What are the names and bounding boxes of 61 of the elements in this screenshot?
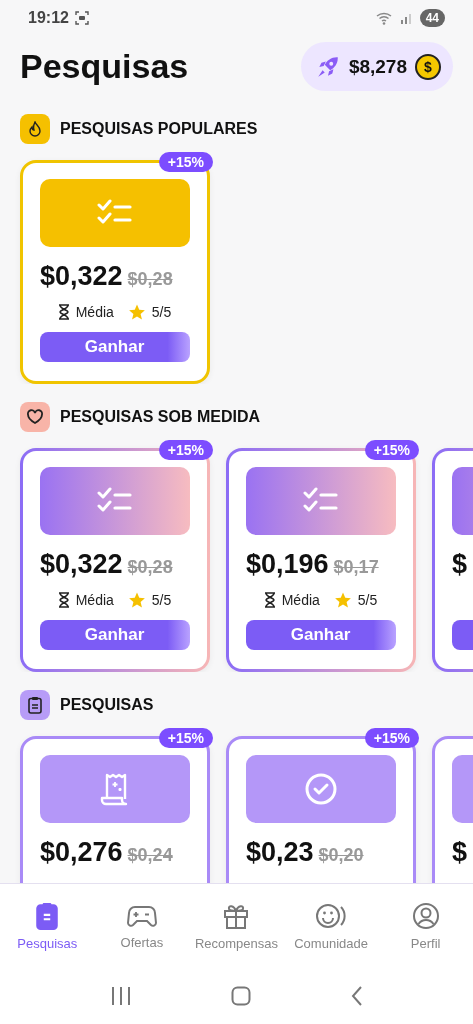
original-price: $0,28 [127, 269, 173, 290]
section-title: PESQUISAS SOB MEDIDA [60, 408, 261, 426]
original-price: $0,28 [127, 557, 173, 578]
bonus-badge: +15% [364, 728, 419, 748]
clipboard-icon [28, 696, 42, 714]
wifi-icon [375, 11, 394, 25]
nav-tab[interactable]: Perfil [379, 901, 472, 951]
check-circle-icon [303, 772, 338, 806]
battery-level: 44 [419, 9, 445, 27]
status-time: 19:12 [28, 9, 69, 27]
recent-apps-icon[interactable] [109, 986, 132, 1006]
survey-rating: 5/5 [357, 592, 378, 608]
earn-button[interactable]: Ganhar [39, 332, 190, 362]
nav-tab[interactable]: Ofertas [95, 902, 188, 950]
nav-tab[interactable]: Recompensas [190, 901, 283, 951]
bonus-badge: +15% [158, 152, 213, 172]
original-price: $0,24 [127, 845, 173, 866]
profile-icon [411, 901, 440, 930]
heart-icon [26, 409, 44, 425]
survey-price: $0,23 [246, 837, 314, 868]
survey-duration: Média [75, 592, 114, 608]
balance-amount: $8,278 [348, 55, 407, 78]
earn-button[interactable]: Ganhar [245, 620, 396, 650]
survey-duration: Média [281, 592, 320, 608]
bonus-badge: +15% [158, 440, 213, 460]
survey-rating: 5/5 [151, 304, 172, 320]
survey-card[interactable]: $ [432, 736, 473, 883]
star-icon [127, 591, 146, 609]
hourglass-icon [57, 592, 70, 608]
survey-price: $0,196 [246, 549, 329, 580]
survey-rating: 5/5 [151, 592, 172, 608]
flame-icon [27, 121, 43, 137]
survey-price: $ [452, 837, 468, 868]
signal-icon [399, 12, 414, 24]
survey-card[interactable]: $ [432, 448, 473, 672]
bonus-badge: +15% [364, 440, 419, 460]
original-price: $0,17 [333, 557, 379, 578]
nav-tab[interactable]: Comunidade [285, 901, 378, 951]
star-icon [333, 591, 352, 609]
coin-icon: $ [415, 53, 441, 80]
hourglass-icon [57, 304, 70, 320]
home-icon[interactable] [230, 986, 251, 1006]
survey-price: $0,322 [40, 549, 123, 580]
clipboard-icon [34, 901, 61, 930]
survey-price: $0,276 [40, 837, 123, 868]
balance-pill[interactable]: $8,278 $ [300, 42, 453, 91]
bonus-badge: +15% [158, 728, 213, 748]
back-icon[interactable] [349, 985, 364, 1007]
nav-tab[interactable]: Pesquisas [1, 901, 94, 951]
page-title: Pesquisas [20, 47, 189, 86]
smiley-icon [315, 901, 348, 930]
survey-price: $0,322 [40, 261, 123, 292]
screenshot-icon [74, 11, 89, 25]
earn-button[interactable]: Ganhar [39, 620, 190, 650]
survey-duration: Média [75, 304, 114, 320]
section-title: PESQUISAS POPULARES [60, 120, 258, 138]
original-price: $0,20 [318, 845, 364, 866]
hourglass-icon [263, 592, 276, 608]
section-title: PESQUISAS [60, 696, 154, 714]
star-icon [127, 303, 146, 321]
survey-price: $ [452, 549, 468, 580]
